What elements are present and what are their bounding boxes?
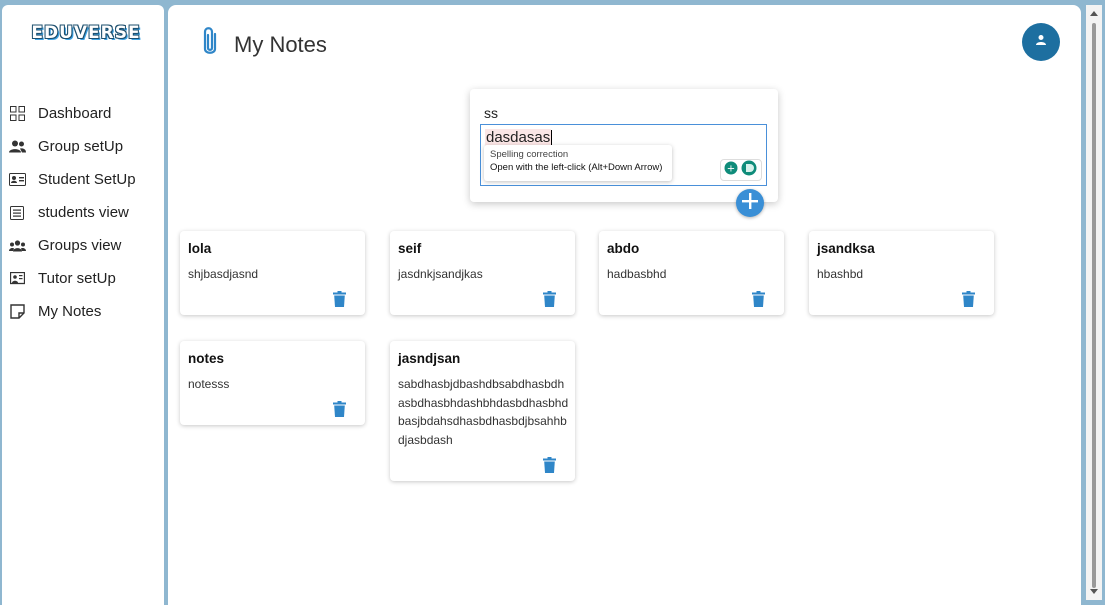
note-title-input[interactable]: ss [484,105,498,121]
delete-note-icon[interactable] [333,401,346,417]
note-card: abdo hadbasbhd [599,231,784,315]
sidebar-item-label: students view [38,204,129,221]
sidebar-nav: Dashboard Group setUp Student SetUp stud… [2,97,164,328]
sidebar-item-label: Student SetUp [38,171,136,188]
sidebar-item-label: Tutor setUp [38,270,116,287]
sidebar-item-students-view[interactable]: students view [2,196,164,229]
list-icon [8,204,26,222]
suggestion-bulb-icon[interactable]: + [724,161,738,180]
sidebar-item-label: Groups view [38,237,122,254]
note-title: notes [188,351,225,366]
sidebar-item-dashboard[interactable]: Dashboard [2,97,164,130]
note-card: lola shjbasdjasnd [180,231,365,315]
writing-assistant[interactable]: + [720,159,762,181]
note-title: seif [398,241,422,256]
plus-icon [740,191,760,216]
sidebar-item-label: Group setUp [38,138,124,155]
add-note-button[interactable] [736,189,764,217]
note-title: lola [188,241,212,256]
sidebar-item-group-setup[interactable]: Group setUp [2,130,164,163]
scroll-thumb[interactable] [1092,23,1096,588]
spelling-correction-tooltip[interactable]: Spelling correction Open with the left-c… [484,145,672,181]
dashboard-icon [8,105,26,123]
tutor-icon [8,270,26,288]
delete-note-icon[interactable] [962,291,975,307]
note-title: abdo [607,241,640,256]
note-card: jsandksa hbashbd [809,231,994,315]
note-card: seif jasdnkjsandjkas [390,231,575,315]
eduverse-logo[interactable]: EDUVERSE [31,23,141,43]
main-content: My Notes ss dasdasas Spelling correction… [168,5,1081,605]
sidebar-item-tutor-setup[interactable]: Tutor setUp [2,262,164,295]
note-body: jasdnkjsandjkas [398,267,483,281]
note-title: jsandksa [817,241,875,256]
group-icon [8,138,26,156]
scroll-down-arrow-icon[interactable] [1090,589,1098,594]
page-header: My Notes [198,25,327,64]
vertical-scrollbar[interactable] [1086,5,1102,600]
sidebar-item-label: My Notes [38,303,102,320]
page-title: My Notes [234,31,327,57]
sidebar-item-groups-view[interactable]: Groups view [2,229,164,262]
sidebar-item-student-setup[interactable]: Student SetUp [2,163,164,196]
id-card-icon [8,171,26,189]
assistant-logo-icon[interactable] [740,160,758,181]
svg-text:+: + [727,163,735,174]
delete-note-icon[interactable] [543,291,556,307]
note-title: jasndjsan [398,351,461,366]
delete-note-icon[interactable] [752,291,765,307]
note-body-value: dasdasas [485,129,552,146]
note-composer: ss dasdasas Spelling correction Open wit… [470,89,778,202]
sidebar-item-label: Dashboard [38,105,112,122]
note-body: sabdhasbjdbashdbsabdhasbdhasbdhasbhdashb… [398,377,569,447]
groups-icon [8,237,26,255]
note-body: notesss [188,377,230,391]
tooltip-title: Spelling correction [490,149,569,160]
scroll-up-arrow-icon[interactable] [1090,11,1098,16]
logo-text: EDUVERSE [31,23,141,43]
delete-note-icon[interactable] [333,291,346,307]
note-icon [8,303,26,321]
paperclip-icon [198,25,222,64]
note-card: notes notesss [180,341,365,425]
avatar[interactable] [1022,23,1060,61]
sidebar-item-my-notes[interactable]: My Notes [2,295,164,328]
delete-note-icon[interactable] [543,457,556,473]
user-icon [1035,33,1047,51]
sidebar: EDUVERSE Dashboard Group setUp Student S… [2,5,164,605]
note-card: jasndjsan sabdhasbjdbashdbsabdhasbdhasbd… [390,341,575,481]
tooltip-body: Open with the left-click (Alt+Down Arrow… [490,162,663,173]
text-caret [551,130,553,147]
note-body: hbashbd [817,267,864,281]
note-body: hadbasbhd [607,267,667,281]
note-body: shjbasdjasnd [188,267,259,281]
